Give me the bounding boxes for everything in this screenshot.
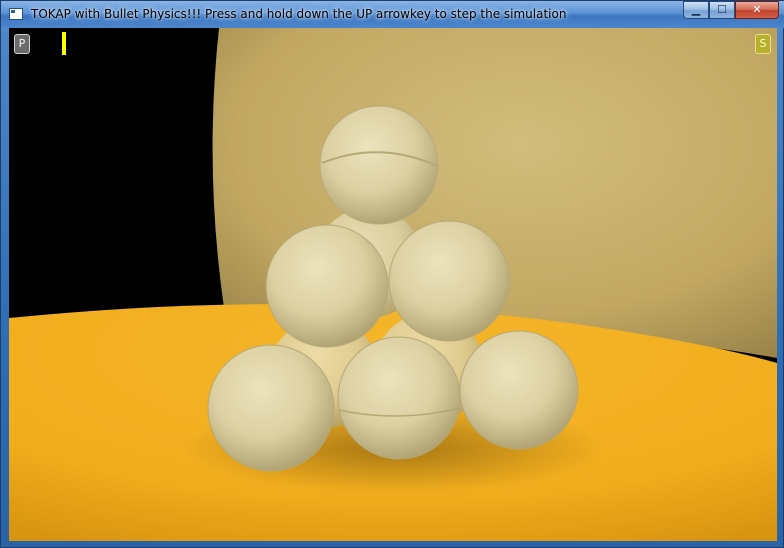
sphere: [207, 344, 335, 472]
sphere: [319, 105, 439, 225]
window-title: TOKAP with Bullet Physics!!! Press and h…: [31, 7, 567, 21]
sphere: [337, 336, 461, 460]
caption-buttons: ▁ ☐ ✕: [683, 1, 779, 20]
rendered-scene: [9, 28, 777, 541]
maximize-button[interactable]: ☐: [709, 1, 735, 19]
title-bar[interactable]: TOKAP with Bullet Physics!!! Press and h…: [1, 1, 784, 28]
sphere: [265, 224, 389, 348]
minimize-button[interactable]: ▁: [683, 1, 709, 19]
app-icon[interactable]: [9, 8, 23, 20]
application-window: TOKAP with Bullet Physics!!! Press and h…: [0, 0, 784, 548]
close-button[interactable]: ✕: [735, 1, 779, 19]
sphere: [388, 220, 510, 342]
render-viewport[interactable]: P S: [9, 28, 777, 541]
p-button[interactable]: P: [14, 34, 30, 54]
yellow-marker: [62, 32, 66, 55]
s-button[interactable]: S: [755, 34, 771, 54]
sphere: [459, 330, 579, 450]
